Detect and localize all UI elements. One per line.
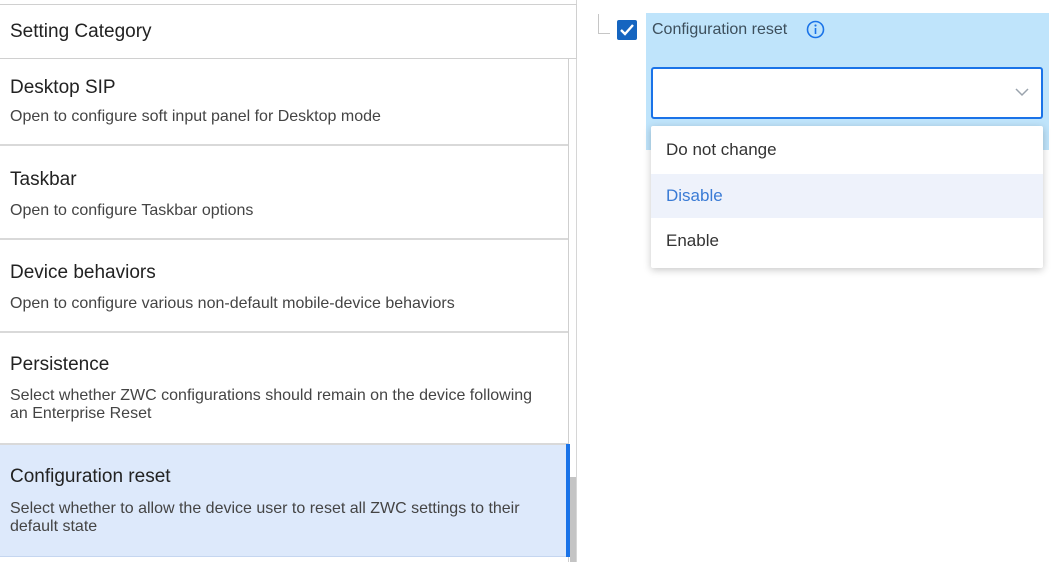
category-item-title: Device behaviors xyxy=(10,262,156,283)
category-item-title: Taskbar xyxy=(10,169,77,190)
option-label: Disable xyxy=(666,186,723,205)
option-disable[interactable]: Disable xyxy=(651,174,1043,218)
category-item-description: Select whether ZWC configurations should… xyxy=(10,387,533,422)
scrollbar[interactable] xyxy=(570,477,576,562)
category-item-description: Open to configure various non-default mo… xyxy=(10,295,455,312)
category-header-label: Setting Category xyxy=(10,21,152,42)
checkmark-icon xyxy=(620,24,634,36)
category-item-description: Open to configure soft input panel for D… xyxy=(10,108,381,125)
configuration-reset-select[interactable] xyxy=(651,67,1043,119)
info-icon[interactable] xyxy=(806,20,825,44)
tree-connector-vertical xyxy=(598,14,599,34)
setting-label: Configuration reset xyxy=(652,21,788,38)
option-label: Enable xyxy=(666,231,719,250)
configuration-reset-checkbox[interactable] xyxy=(617,20,637,40)
category-item-title: Desktop SIP xyxy=(10,77,116,98)
chevron-down-icon xyxy=(1015,88,1029,97)
category-item-title: Persistence xyxy=(10,354,110,375)
category-item-desktop-sip[interactable]: Desktop SIP Open to configure soft input… xyxy=(0,59,568,146)
category-list: Desktop SIP Open to configure soft input… xyxy=(0,59,569,562)
tree-connector-horizontal xyxy=(598,33,610,34)
category-item-persistence[interactable]: Persistence Select whether ZWC configura… xyxy=(0,333,568,445)
option-label: Do not change xyxy=(666,140,777,159)
category-item-title: Configuration reset xyxy=(10,466,171,487)
category-item-description: Select whether to allow the device user … xyxy=(10,500,520,535)
category-header: Setting Category xyxy=(0,4,577,59)
category-item-device-behaviors[interactable]: Device behaviors Open to configure vario… xyxy=(0,240,568,333)
select-dropdown-menu: Do not change Disable Enable xyxy=(651,126,1043,268)
option-do-not-change[interactable]: Do not change xyxy=(651,128,1043,172)
category-item-taskbar[interactable]: Taskbar Open to configure Taskbar option… xyxy=(0,146,568,240)
category-item-description: Open to configure Taskbar options xyxy=(10,202,254,219)
option-enable[interactable]: Enable xyxy=(651,219,1043,263)
category-item-configuration-reset[interactable]: Configuration reset Select whether to al… xyxy=(0,445,568,557)
category-panel: Setting Category Desktop SIP Open to con… xyxy=(0,0,577,562)
